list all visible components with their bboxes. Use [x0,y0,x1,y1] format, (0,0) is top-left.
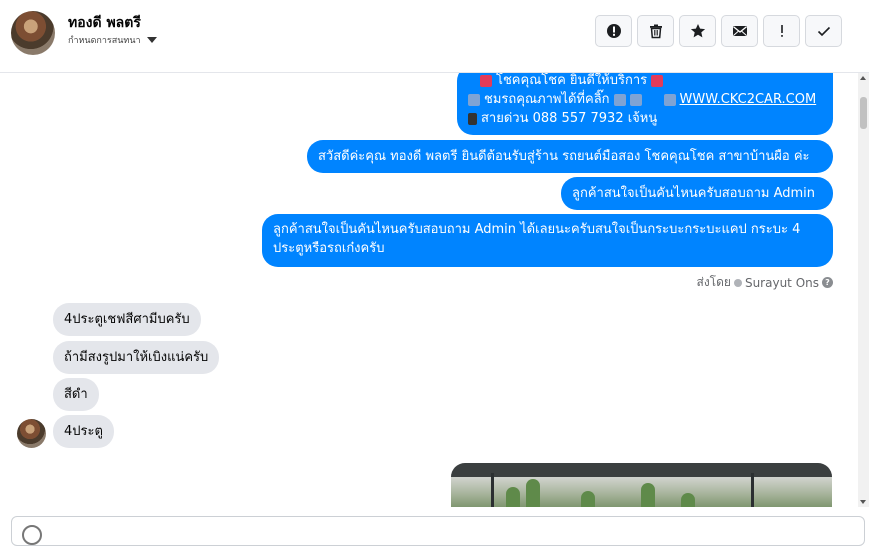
photo-content [491,473,494,507]
outgoing-message[interactable]: สวัสดีค่ะคุณ ทองดี พลตรี ยินดีต้อนรับสู่… [307,140,833,173]
conversation-header: ทองดี พลตรี กำหนดการสนทนา [0,0,869,73]
message-text: 4ประตู [64,424,103,439]
photo-content [581,491,595,507]
message-text: สวัสดีค่ะคุณ ทองดี พลตรี ยินดีต้อนรับสู่… [318,149,810,164]
outgoing-message[interactable]: ลูกค้าสนใจเป็นคันไหนครับสอบถาม Admin [561,177,833,210]
message-text: โชคคุณโชค ยินดีให้บริการ [496,73,648,88]
caret-down-icon [146,37,157,43]
outgoing-message[interactable]: ลูกค้าสนใจเป็นคันไหนครับสอบถาม Admin ได้… [262,214,833,267]
down-arrow-emoji-icon [629,93,642,106]
star-icon [690,24,705,38]
emoji-icon [480,74,492,87]
scroll-thumb[interactable] [860,97,867,129]
conversation-schedule-label: กำหนดการสนทนา [68,36,141,46]
play-emoji-icon [663,93,676,106]
photo-content [526,479,540,507]
sent-by-info: ส่งโดย Surayut Ons ? [696,273,833,292]
contact-avatar[interactable] [11,11,55,55]
report-button[interactable] [595,15,632,47]
delete-button[interactable] [637,15,674,47]
contact-name[interactable]: ทองดี พลตรี [68,12,141,34]
incoming-message[interactable]: สีดำ [53,378,99,411]
scroll-up-arrow-icon[interactable] [860,76,866,80]
phone-emoji-icon [468,112,477,125]
emoji-icon [651,74,664,87]
incoming-message[interactable]: 4ประตู [53,415,114,448]
spam-button[interactable] [763,15,800,47]
trash-icon [649,24,662,39]
conversation-schedule-menu[interactable]: กำหนดการสนทนา [68,33,157,47]
scroll-down-arrow-icon[interactable] [860,500,866,504]
alert-circle-icon [606,24,621,38]
incoming-message[interactable]: 4ประตูเชฟสีศามีบครับ [53,303,201,336]
contact-avatar-small[interactable] [17,419,46,448]
thread-scrollbar[interactable] [858,73,869,507]
message-text: ชมรถคุณภาพได้ที่คลิ๊ก [484,92,610,107]
message-text: ลูกค้าสนใจเป็นคันไหนครับสอบถาม Admin [572,186,816,201]
message-text: 4ประตูเชฟสีศามีบครับ [64,312,190,327]
photo-content [641,483,655,507]
message-text: สีดำ [64,387,88,402]
reply-composer[interactable] [11,516,865,546]
star-button[interactable] [679,15,716,47]
sender-name[interactable]: Surayut Ons [745,276,819,290]
page-avatar [22,525,42,545]
incoming-message[interactable]: ถ้ามีสงรูปมาให้เบิงแน่ครับ [53,341,220,374]
photo-content [506,487,520,507]
play-emoji-icon [468,93,480,106]
check-icon [817,26,830,37]
photo-content [751,473,754,507]
sender-avatar [733,278,742,287]
message-thread[interactable]: โชคคุณโชค ยินดีให้บริการ ชมรถคุณภาพได้ที… [0,73,858,507]
envelope-icon [732,26,747,36]
website-link[interactable]: WWW.CKC2CAR.COM [680,90,817,109]
down-arrow-emoji-icon [613,93,626,106]
mark-unread-button[interactable] [721,15,758,47]
message-text: ลูกค้าสนใจเป็นคันไหนครับสอบถาม Admin ได้… [273,222,801,256]
message-text: สายด่วน 088 557 7932 เจ้หนู [481,111,658,126]
sent-by-label: ส่งโดย [696,275,731,289]
exclamation-icon [780,25,783,37]
done-button[interactable] [805,15,842,47]
outgoing-photo[interactable] [451,463,832,507]
photo-content [681,493,695,507]
message-text: ถ้ามีสงรูปมาให้เบิงแน่ครับ [64,350,209,365]
outgoing-message[interactable]: โชคคุณโชค ยินดีให้บริการ ชมรถคุณภาพได้ที… [457,73,833,135]
conversation-toolbar [595,15,842,47]
help-icon[interactable]: ? [822,277,833,288]
photo-content [451,463,832,477]
